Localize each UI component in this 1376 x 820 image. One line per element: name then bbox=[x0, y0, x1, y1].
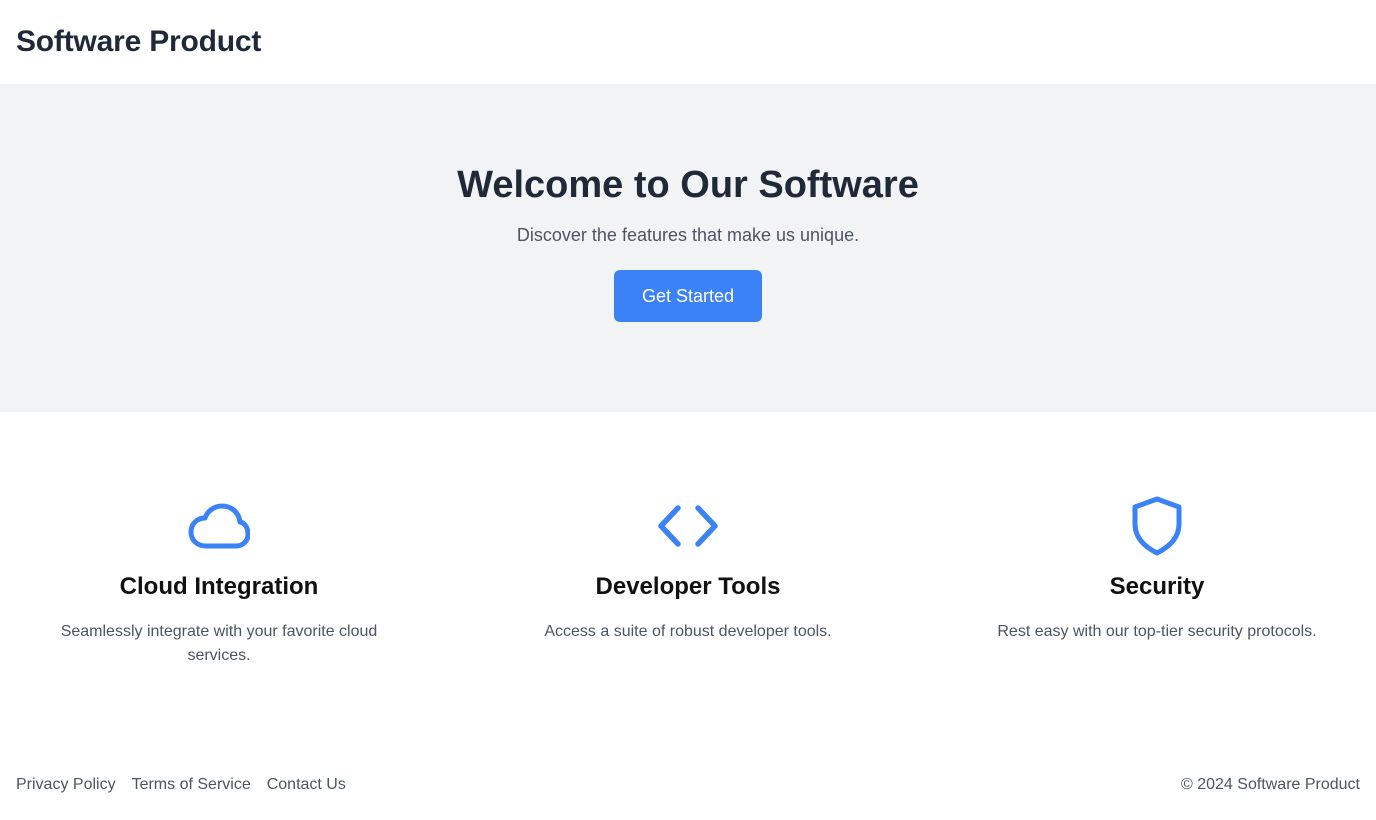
contact-us-link[interactable]: Contact Us bbox=[267, 776, 346, 794]
hero-heading: Welcome to Our Software bbox=[457, 164, 919, 206]
footer-nav: Privacy Policy Terms of Service Contact … bbox=[16, 776, 346, 794]
feature-title: Security bbox=[1109, 573, 1205, 600]
feature-card-cloud-integration: Cloud Integration Seamlessly integrate w… bbox=[0, 494, 438, 668]
hero-subtitle: Discover the features that make us uniqu… bbox=[516, 225, 860, 245]
feature-card-developer-tools: Developer Tools Access a suite of robust… bbox=[469, 494, 907, 668]
terms-of-service-link[interactable]: Terms of Service bbox=[132, 776, 251, 794]
privacy-policy-link[interactable]: Privacy Policy bbox=[16, 776, 116, 794]
feature-card-security: Security Rest easy with our top-tier sec… bbox=[938, 494, 1376, 668]
shield-icon bbox=[1125, 494, 1189, 558]
site-header: Software Product bbox=[0, 0, 1376, 84]
code-icon bbox=[656, 494, 720, 558]
feature-description: Access a suite of robust developer tools… bbox=[544, 623, 832, 640]
feature-description: Rest easy with our top-tier security pro… bbox=[997, 623, 1317, 640]
page: Software Product Welcome to Our Software… bbox=[0, 0, 1376, 820]
feature-title: Cloud Integration bbox=[119, 573, 319, 600]
site-footer: Privacy Policy Terms of Service Contact … bbox=[0, 770, 1376, 800]
cloud-icon bbox=[187, 494, 251, 558]
hero-section: Welcome to Our Software Discover the fea… bbox=[0, 84, 1376, 412]
features-section: Cloud Integration Seamlessly integrate w… bbox=[0, 494, 1376, 668]
site-title: Software Product bbox=[16, 25, 262, 58]
copyright-text: © 2024 Software Product bbox=[1181, 776, 1360, 793]
feature-description: Seamlessly integrate with your favorite … bbox=[60, 623, 378, 664]
get-started-button[interactable]: Get Started bbox=[614, 270, 762, 322]
feature-title: Developer Tools bbox=[595, 573, 781, 600]
